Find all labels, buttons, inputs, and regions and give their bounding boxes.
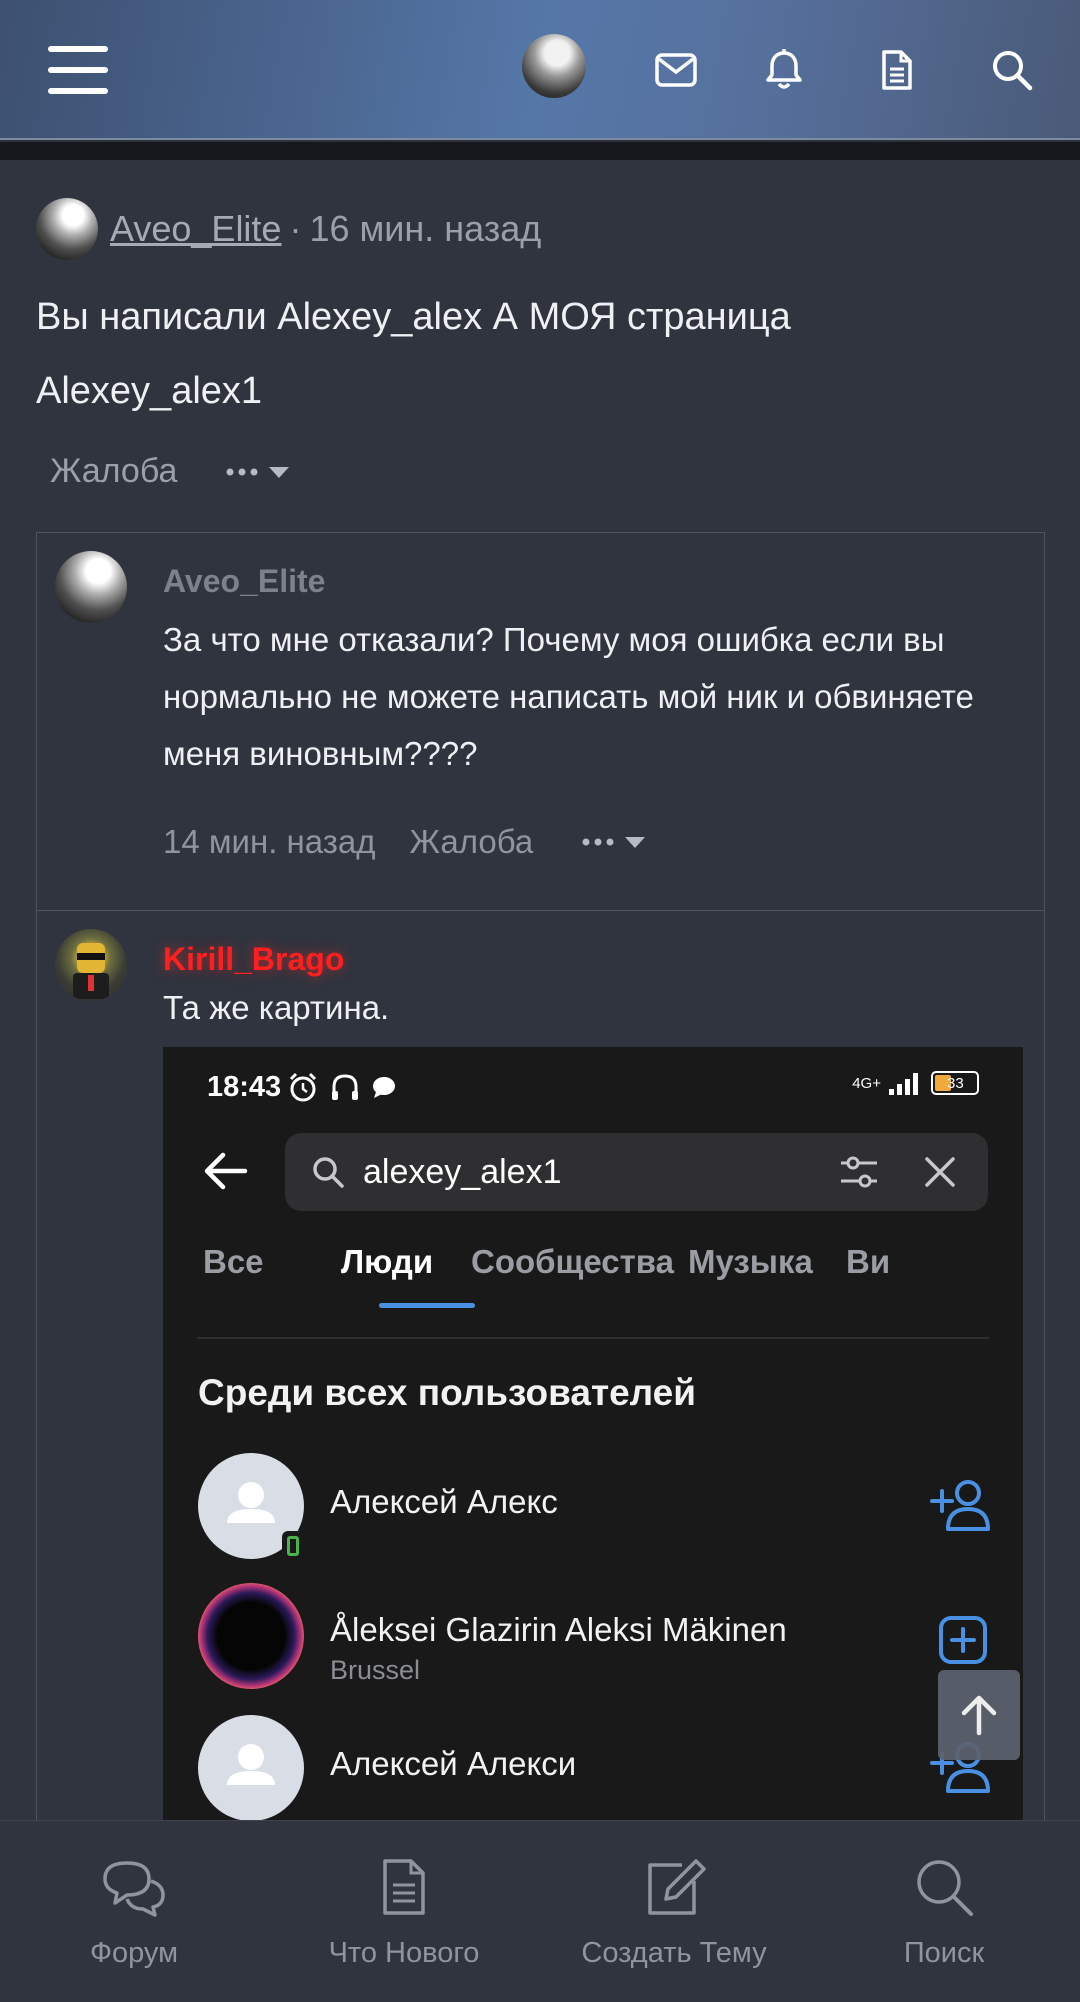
tabs-divider (197, 1337, 989, 1339)
more-actions-button[interactable] (581, 832, 651, 852)
alarm-icon (289, 1072, 317, 1102)
person-location: Brussel (330, 1655, 421, 1685)
tab-music[interactable]: Музыка (688, 1243, 813, 1281)
report-link[interactable]: Жалоба (50, 452, 177, 491)
person-row[interactable]: Åleksei Glazirin Aleksi Mäkinen Brussel (198, 1583, 998, 1693)
chat-bubbles-icon (94, 1847, 174, 1927)
nav-label: Создать Тему (581, 1937, 767, 1969)
reply-time[interactable]: 14 мин. назад (163, 823, 376, 861)
person-name: Алексей Алекси (330, 1745, 577, 1782)
status-icons-left (287, 1071, 397, 1103)
add-community-icon[interactable] (928, 1605, 998, 1675)
clear-icon (925, 1157, 955, 1187)
search-tabs: Все Люди Сообщества Музыка Ви (203, 1243, 1023, 1323)
bottom-navigation: Форум Что Нового Создать Тему Поиск (0, 1820, 1080, 2002)
reply-author[interactable]: Aveo_Elite (163, 563, 325, 600)
attached-screenshot[interactable]: 18:43 4G+ 33 alexey_alex1 Все Люди Сообщ… (163, 1047, 1023, 1847)
headphones-icon (332, 1074, 358, 1100)
thread-content: Aveo_Elite · 16 мин. назад Вы написали A… (0, 160, 1080, 1847)
more-dots-icon (226, 466, 290, 478)
nav-create-topic[interactable]: Создать Тему (554, 1821, 794, 2002)
nav-whats-new[interactable]: Что Нового (284, 1821, 524, 2002)
battery-icon: 33 (931, 1071, 979, 1095)
post-actions: Жалоба (50, 452, 295, 491)
tab-video[interactable]: Ви (846, 1243, 890, 1281)
nav-search[interactable]: Поиск (824, 1821, 1064, 2002)
network-label: 4G+ (852, 1074, 881, 1092)
reply-actions: 14 мин. назад Жалоба (163, 823, 651, 861)
user-avatar[interactable] (522, 34, 586, 98)
tab-communities[interactable]: Сообщества (471, 1243, 674, 1281)
nav-label: Поиск (903, 1937, 985, 1969)
post-body-line: Alexey_alex1 (36, 370, 263, 412)
separator: · (289, 208, 302, 249)
more-actions-button[interactable] (225, 462, 295, 482)
reply-item: Aveo_Elite За что мне отказали? Почему м… (37, 533, 1044, 911)
search-query: alexey_alex1 (363, 1153, 562, 1191)
more-dots-icon (582, 837, 646, 848)
document-icon[interactable] (855, 28, 939, 112)
bell-icon[interactable] (742, 28, 826, 112)
reply-avatar[interactable] (55, 551, 127, 623)
tab-all[interactable]: Все (203, 1243, 264, 1281)
person-row[interactable]: Алексей Алекс (198, 1453, 998, 1563)
reply-author[interactable]: Kirill_Brago (163, 941, 344, 978)
edit-icon (634, 1847, 714, 1927)
tab-people[interactable]: Люди (341, 1243, 433, 1281)
scroll-to-top-button[interactable] (938, 1670, 1020, 1760)
section-title: Среди всех пользователей (198, 1372, 696, 1413)
status-time: 18:43 (207, 1071, 282, 1103)
hamburger-menu-icon[interactable] (36, 28, 120, 112)
default-avatar (198, 1715, 304, 1821)
active-tab-indicator (379, 1303, 475, 1308)
replies-container: Aveo_Elite За что мне отказали? Почему м… (36, 532, 1045, 1847)
status-icons-right: 4G+ 33 (852, 1071, 979, 1095)
back-arrow-icon[interactable] (201, 1147, 257, 1203)
person-name: Алексей Алекс (330, 1483, 558, 1520)
top-bar (0, 0, 1080, 140)
reply-item: Kirill_Brago Та же картина. 18:43 4G+ 33 (37, 911, 1044, 1847)
post-time[interactable]: 16 мин. назад (309, 208, 541, 250)
search-input[interactable]: alexey_alex1 (285, 1133, 988, 1211)
nav-forum[interactable]: Форум (14, 1821, 254, 2002)
envelope-icon[interactable] (634, 28, 718, 112)
document-icon (364, 1847, 444, 1927)
person-name: Åleksei Glazirin Aleksi Mäkinen (330, 1611, 787, 1648)
filter-icon (841, 1156, 877, 1188)
message-icon (373, 1077, 395, 1098)
author-link[interactable]: Aveo_Elite (110, 208, 281, 250)
post-body-line: Вы написали Alexey_alex А МОЯ страница (36, 296, 791, 338)
search-icon (904, 1847, 984, 1927)
header-strip (0, 142, 1080, 160)
reply-text: За что мне отказали? Почему моя ошибка е… (163, 621, 974, 772)
post-body: Вы написали Alexey_alex А МОЯ страница A… (36, 280, 1036, 428)
nav-label: Что Нового (328, 1937, 480, 1969)
nav-label: Форум (89, 1937, 179, 1969)
search-icon (313, 1157, 344, 1188)
search-icon[interactable] (970, 28, 1054, 112)
arrow-up-icon (961, 1695, 997, 1736)
person-row[interactable]: Алексей Алекси (198, 1715, 998, 1825)
add-friend-icon[interactable] (928, 1471, 998, 1541)
signal-icon (889, 1073, 918, 1095)
person-avatar (198, 1583, 304, 1689)
reply-text: Та же картина. (163, 989, 390, 1026)
post-header: Aveo_Elite · 16 мин. назад (36, 198, 541, 260)
reply-avatar[interactable] (55, 929, 127, 1001)
mobile-online-icon (282, 1531, 304, 1561)
author-avatar[interactable] (36, 198, 98, 260)
report-link[interactable]: Жалоба (410, 823, 534, 861)
